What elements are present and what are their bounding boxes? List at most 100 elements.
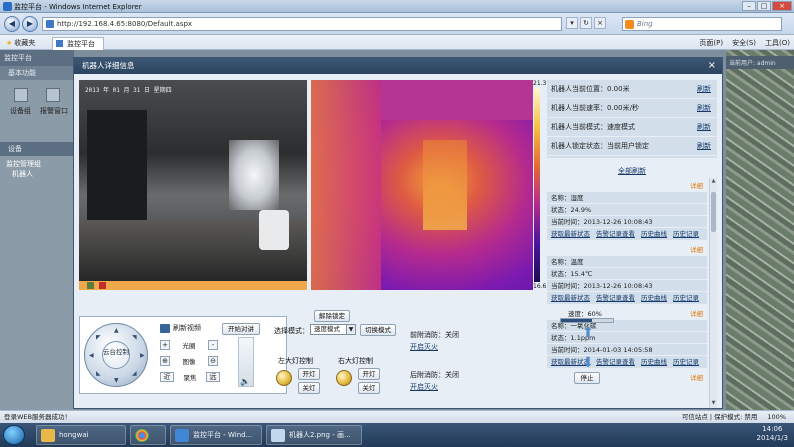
tools-menu[interactable]: 工具(O): [765, 38, 790, 48]
page-menu[interactable]: 页面(P): [699, 38, 723, 48]
intercom-button[interactable]: 开始对讲: [222, 323, 260, 335]
stop-button[interactable]: 停止: [574, 372, 600, 384]
device-group-icon[interactable]: [14, 88, 28, 102]
taskbar-item-ie[interactable]: 监控平台 - Wind...: [170, 425, 262, 445]
unlock-button[interactable]: 解除锁定: [314, 310, 350, 322]
thermal-door: [423, 140, 467, 230]
search-input[interactable]: Bing: [622, 17, 782, 31]
record-icon[interactable]: [99, 282, 106, 289]
speed-fill: [561, 319, 593, 322]
history-records-link[interactable]: 历史记录: [673, 292, 699, 304]
history-records-link[interactable]: 历史记录: [673, 228, 699, 240]
speed-down-icon[interactable]: ⬇: [580, 356, 596, 370]
scroll-up-icon[interactable]: ▲: [710, 178, 717, 186]
alarm-window-icon[interactable]: [46, 88, 60, 102]
refresh-speed-link[interactable]: 刷新: [697, 103, 711, 113]
arrow-upright-icon[interactable]: ◥: [132, 334, 137, 341]
status-right: 可信站点 | 保护模式: 禁用 100%: [682, 411, 786, 423]
refresh-mode-link[interactable]: 刷新: [697, 122, 711, 132]
snapshot-icon[interactable]: [87, 282, 94, 289]
basic-functions-header: 基本功能: [0, 66, 74, 80]
left-lamp-off-button[interactable]: 关灯: [298, 382, 320, 394]
dropdown-icon[interactable]: ▾: [566, 17, 578, 29]
thermal-view[interactable]: [311, 80, 533, 290]
speaker-icon: 🔈: [240, 377, 250, 386]
arrow-right-icon[interactable]: ▶: [140, 352, 145, 359]
browser-tab[interactable]: 监控平台: [52, 37, 104, 51]
zoom-in-icon[interactable]: ⊕: [160, 355, 170, 366]
detail-link[interactable]: 详细: [547, 178, 707, 192]
detail-link[interactable]: 详细: [547, 242, 707, 256]
zoom-out-icon[interactable]: ⊖: [208, 355, 218, 366]
alarm-records-link[interactable]: 告警记录查看: [596, 292, 635, 304]
arrow-downleft-icon[interactable]: ◣: [96, 370, 101, 377]
mode-select[interactable]: 速度模式 ▼: [310, 324, 356, 335]
minimize-button[interactable]: –: [742, 1, 756, 11]
get-latest-link[interactable]: 获取最新状态: [551, 292, 590, 304]
speed-up-icon[interactable]: ⬆: [580, 326, 596, 340]
tree-item-monitor-group[interactable]: 监控管理组: [6, 159, 68, 169]
back-button[interactable]: ◀: [4, 16, 20, 32]
focus-near-button[interactable]: 近: [160, 371, 174, 382]
rear-fire-open-link[interactable]: 开启灭火: [410, 382, 438, 392]
history-curve-link[interactable]: 历史曲线: [641, 228, 667, 240]
safety-menu[interactable]: 安全(S): [732, 38, 756, 48]
camera-osd-text: 2013 年 01 月 31 日 星期四: [85, 87, 172, 94]
arrow-down-icon[interactable]: ▼: [114, 377, 119, 384]
rear-fire-status: 后附消防：关闭: [410, 371, 459, 379]
system-clock[interactable]: 14:06 2014/1/3: [757, 425, 788, 443]
get-latest-link[interactable]: 获取最新状态: [551, 228, 590, 240]
left-lamp-on-button[interactable]: 开灯: [298, 368, 320, 380]
chrome-icon: [135, 429, 149, 442]
sensor-links: 获取最新状态 告警记录查看 历史曲线 历史记录: [547, 292, 707, 304]
paint-icon: [271, 429, 285, 442]
zoom-level[interactable]: 100%: [767, 411, 786, 423]
ptz-center-button[interactable]: 云台控制: [102, 341, 130, 369]
refresh-video-button[interactable]: 刷新视频: [160, 323, 201, 333]
robot-control-panel: 解除锁定 选择模式： 速度模式 ▼ 切换模式 前附消防：关闭 开启灭火 后附消防…: [274, 310, 494, 406]
url-field[interactable]: http://192.168.4.65:8080/Default.aspx: [42, 17, 562, 31]
right-lamp-on-button[interactable]: 开灯: [358, 368, 380, 380]
history-curve-link[interactable]: 历史曲线: [641, 292, 667, 304]
refresh-lock-link[interactable]: 刷新: [697, 141, 711, 151]
favorites-bar: 收藏夹 监控平台 页面(P) 安全(S) 工具(O): [0, 35, 794, 51]
focus-far-button[interactable]: 远: [206, 371, 220, 382]
refresh-position-link[interactable]: 刷新: [697, 84, 711, 94]
scroll-thumb[interactable]: [711, 192, 716, 232]
scroll-down-icon[interactable]: ▼: [710, 400, 717, 408]
arrow-up-icon[interactable]: ▲: [114, 327, 119, 334]
refresh-all-link[interactable]: 全部刷新: [547, 166, 717, 176]
speed-slider[interactable]: [560, 318, 614, 323]
dialog-close-icon[interactable]: ×: [708, 58, 716, 74]
aperture-plus-button[interactable]: +: [160, 339, 170, 350]
taskbar-item-paint[interactable]: 机器人2.png - 画...: [266, 425, 362, 445]
history-curve-link[interactable]: 历史曲线: [641, 356, 667, 368]
close-window-button[interactable]: ×: [772, 1, 792, 11]
status-row-lock: 机器人锁定状态：当前用户锁定 刷新: [547, 137, 717, 156]
status-row-position: 机器人当前位置：0.00米 刷新: [547, 80, 717, 99]
taskbar-item-folder[interactable]: hongwai: [36, 425, 126, 445]
history-records-link[interactable]: 历史记录: [673, 356, 699, 368]
favorites-button[interactable]: 收藏夹: [6, 38, 35, 48]
arrow-upleft-icon[interactable]: ◤: [96, 334, 101, 341]
map-view[interactable]: 当前用户: admin: [726, 50, 794, 410]
browser-status-bar: 登录WEB服务器成功！ 可信站点 | 保护模式: 禁用 100%: [0, 410, 794, 423]
forward-button[interactable]: ▶: [22, 16, 38, 32]
stop-icon[interactable]: ×: [594, 17, 606, 29]
ptz-joystick[interactable]: ▲ ▼ ◀ ▶ ◤ ◥ ◣ ◢ 云台控制: [84, 323, 148, 387]
right-lamp-off-button[interactable]: 关灯: [358, 382, 380, 394]
tree-item-robot[interactable]: 机器人: [6, 169, 68, 179]
start-button[interactable]: [3, 425, 25, 445]
alarm-records-link[interactable]: 告警记录查看: [596, 228, 635, 240]
refresh-icon[interactable]: ↻: [580, 17, 592, 29]
aperture-minus-button[interactable]: -: [208, 339, 218, 350]
arrow-downright-icon[interactable]: ◢: [132, 370, 137, 377]
maximize-button[interactable]: □: [757, 1, 771, 11]
arrow-left-icon[interactable]: ◀: [89, 352, 94, 359]
switch-mode-button[interactable]: 切换模式: [360, 324, 396, 336]
camera-view[interactable]: 2013 年 01 月 31 日 星期四: [79, 80, 307, 290]
sensor-scrollbar[interactable]: ▲ ▼: [709, 178, 717, 408]
front-fire-open-link[interactable]: 开启灭火: [410, 342, 438, 352]
left-lamp-icon: [276, 370, 292, 386]
taskbar-item-chrome[interactable]: [130, 425, 166, 445]
